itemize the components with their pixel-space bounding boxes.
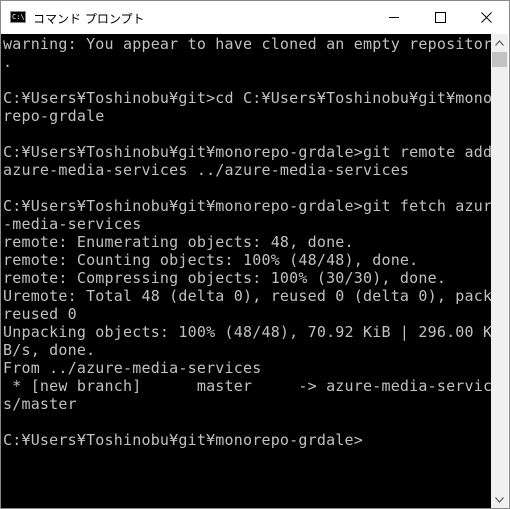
terminal-line: Unpacking objects: 100% (48/48), 70.92 K… (3, 323, 491, 341)
terminal-line: C:¥Users¥Toshinobu¥git>cd C:¥Users¥Toshi… (3, 89, 491, 107)
scroll-down-arrow-icon (495, 496, 504, 503)
scroll-up-arrow-icon (495, 39, 504, 46)
terminal-line: B/s, done. (3, 341, 96, 359)
terminal-line: -media-services (3, 215, 142, 233)
terminal-line: remote: Enumerating objects: 48, done. (3, 233, 354, 251)
vertical-scrollbar[interactable] (491, 34, 508, 508)
terminal-line: . (3, 53, 13, 71)
scrollbar-thumb[interactable] (492, 52, 507, 67)
maximize-button[interactable] (417, 1, 463, 34)
terminal-line: s/master (3, 395, 77, 413)
terminal-line: warning: You appear to have cloned an em… (3, 35, 491, 53)
terminal-line: From ../azure-media-services (3, 359, 262, 377)
cmd-icon[interactable]: C:\ (10, 11, 26, 23)
maximize-icon (434, 12, 446, 23)
terminal-output[interactable]: warning: You appear to have cloned an em… (1, 34, 491, 508)
terminal-line: azure-media-services ../azure-media-serv… (3, 161, 410, 179)
scroll-down-button[interactable] (491, 491, 508, 508)
command-prompt-window: C:\ コマンド プロンプト warning: You appear to ha… (0, 0, 510, 509)
scroll-up-button[interactable] (491, 34, 508, 51)
close-button[interactable] (463, 1, 509, 34)
cmd-icon-text: C:\ (12, 13, 25, 21)
terminal-line: remote: Compressing objects: 100% (30/30… (3, 269, 447, 287)
terminal-line: * [new branch] master -> azure-media-ser… (3, 377, 491, 395)
terminal-line: C:¥Users¥Toshinobu¥git¥monorepo-grdale>g… (3, 197, 491, 215)
title-bar[interactable]: C:\ コマンド プロンプト (1, 1, 509, 34)
minimize-button[interactable] (371, 1, 417, 34)
terminal-line: repo-grdale (3, 107, 105, 125)
terminal-line: C:¥Users¥Toshinobu¥git¥monorepo-grdale>g… (3, 143, 491, 161)
close-icon (480, 12, 492, 23)
terminal-line: reused 0 (3, 305, 77, 323)
minimize-icon (388, 17, 399, 18)
window-title: コマンド プロンプト (33, 12, 145, 26)
terminal-prompt: C:¥Users¥Toshinobu¥git¥monorepo-grdale> (3, 431, 363, 449)
terminal-line: Uremote: Total 48 (delta 0), reused 0 (d… (3, 287, 491, 305)
terminal-line: remote: Counting objects: 100% (48/48), … (3, 251, 419, 269)
